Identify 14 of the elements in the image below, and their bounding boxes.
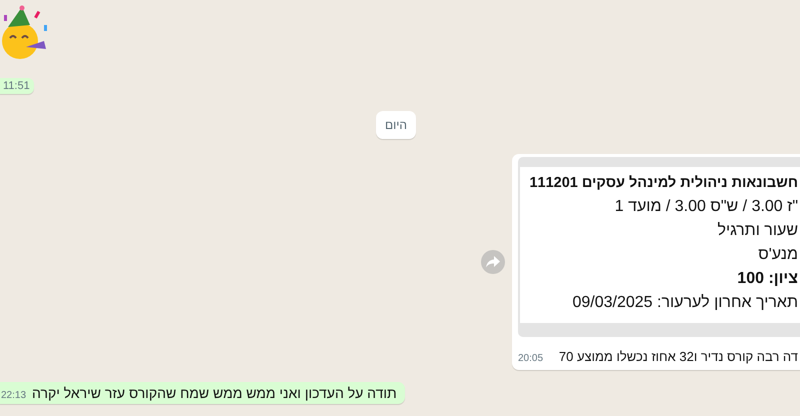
message-time: 20:05 [518, 353, 544, 364]
preview-text: ציון: 100 [736, 269, 799, 289]
message-text: דה רבה קורס נדיר ו32 אחוז נכשלו ממוצע 70 [558, 349, 798, 364]
message-text: תודה על העדכון ואני ממש ממש שמח שהקורס עזר שיראל יקרה [32, 385, 397, 401]
preview-text: תאריך אחרון לערעור: 09/03/2025 [571, 293, 799, 313]
message-time: 22:13 [1, 390, 26, 401]
preview-text: חשבונאות ניהולית למינהל עסקים 111201 [528, 174, 799, 193]
preview-text: מנע'ס [757, 245, 799, 265]
link-preview[interactable]: חשבונאות ניהולית למינהל עסקים 111201 "ז 3.00 / ש"ס 3.00 / מועד 1 שעור ותרגיל מנע'ס ציון: 100 תאריך אחרון לערעור: 09/03/2025 [518, 157, 800, 337]
preview-text: "ז 3.00 / ש"ס 3.00 / מועד 1 [614, 197, 799, 217]
forward-icon[interactable] [481, 250, 505, 274]
message-time: 11:51 [0, 78, 34, 94]
preview-text: שעור ותרגיל [716, 221, 799, 241]
party-face-icon [0, 5, 50, 61]
